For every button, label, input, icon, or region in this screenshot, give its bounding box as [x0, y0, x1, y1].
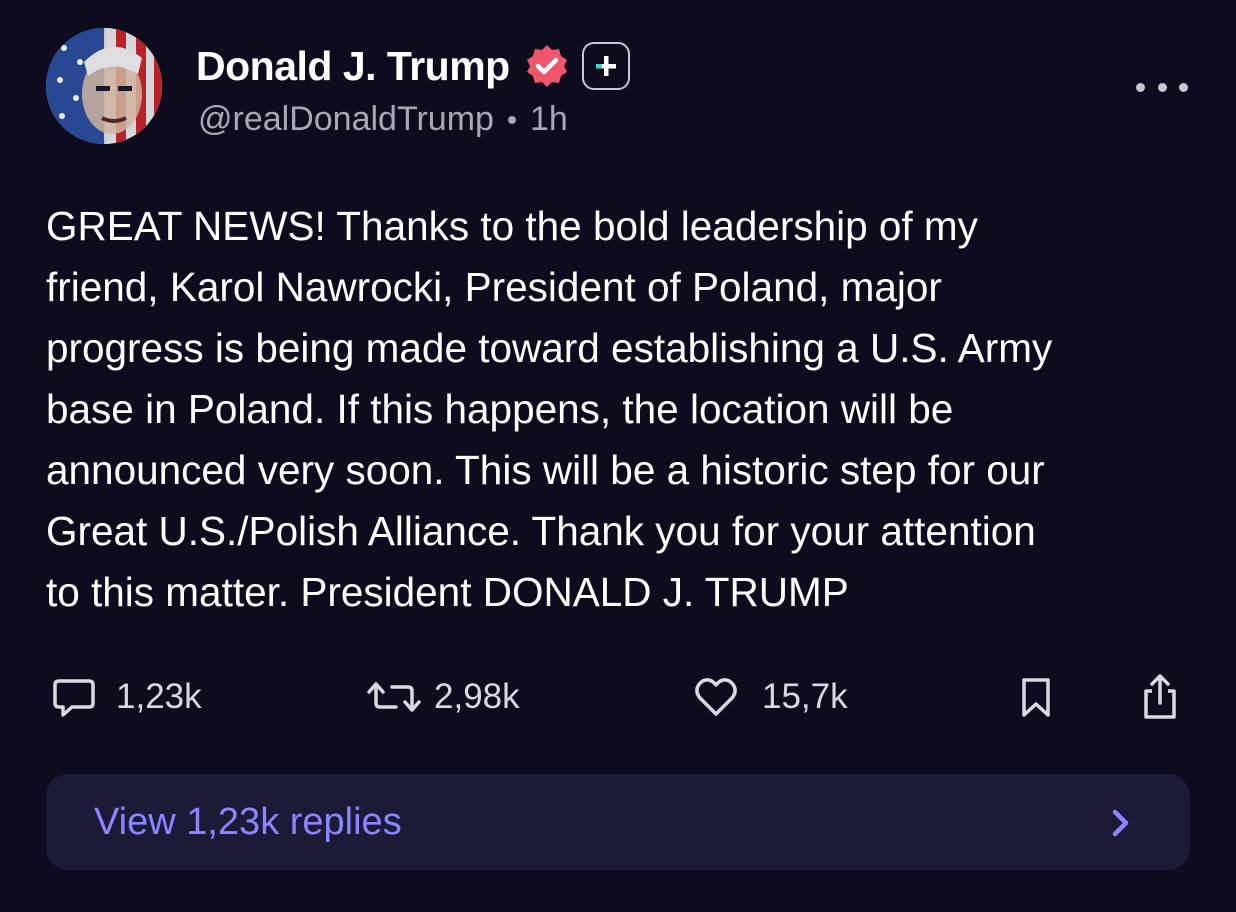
author-handle[interactable]: @realDonaldTrump: [198, 100, 494, 139]
author-meta: @realDonaldTrump 1h: [198, 100, 568, 139]
separator-dot: [507, 115, 516, 124]
like-button[interactable]: 15,7k: [692, 662, 848, 732]
follow-button[interactable]: [581, 42, 630, 90]
author-row: Donald J. Trump: [196, 38, 630, 94]
avatar[interactable]: [46, 28, 162, 144]
more-dot-icon: [1136, 82, 1145, 92]
repost-count: 2,98k: [434, 677, 520, 716]
more-dot-icon: [1157, 82, 1167, 92]
heart-icon: [695, 678, 737, 716]
bookmark-button[interactable]: [1014, 662, 1058, 732]
post-timestamp: 1h: [529, 100, 568, 138]
avatar-image: [46, 28, 162, 144]
more-options-button[interactable]: [1136, 72, 1188, 102]
view-replies-label: View 1,23k replies: [94, 800, 402, 843]
reply-button[interactable]: 1,23k: [50, 662, 202, 732]
action-bar: 1,23k 2,98k 15,7k: [0, 662, 1236, 732]
chevron-right-icon: [1112, 809, 1129, 837]
post-card: Donald J. Trump @realDonaldTrump 1h GREA…: [0, 0, 1236, 912]
comment-icon: [53, 679, 95, 717]
share-button[interactable]: [1134, 662, 1186, 732]
bookmark-icon: [1022, 678, 1050, 717]
like-count: 15,7k: [762, 677, 848, 716]
repost-button[interactable]: 2,98k: [366, 662, 520, 732]
post-text: GREAT NEWS! Thanks to the bold leadershi…: [46, 203, 1053, 615]
repost-icon: [367, 682, 421, 712]
plus-icon: [595, 56, 616, 76]
verified-badge-icon: [524, 43, 570, 89]
more-dot-icon: [1179, 82, 1188, 92]
view-replies-button[interactable]: View 1,23k replies: [46, 774, 1190, 870]
author-name[interactable]: Donald J. Trump: [196, 43, 510, 90]
share-icon: [1144, 674, 1176, 719]
reply-count: 1,23k: [116, 677, 202, 716]
